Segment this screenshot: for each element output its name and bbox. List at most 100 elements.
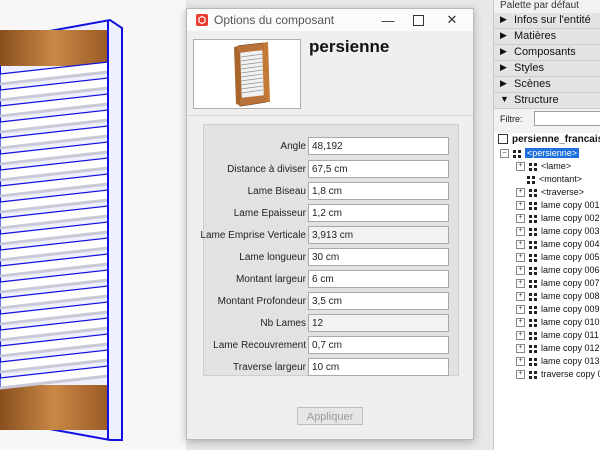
lame-biseau-input[interactable]: 1,8 cm: [308, 182, 449, 200]
persienne-model-icon[interactable]: [0, 0, 186, 450]
lame-longueur-input[interactable]: 30 cm: [308, 248, 449, 266]
option-row: Lame Biseau 1,8 cm: [204, 182, 458, 202]
close-icon: ✕: [446, 12, 458, 27]
apply-button[interactable]: Appliquer: [297, 407, 363, 425]
maximize-button[interactable]: [403, 9, 433, 31]
option-label: Traverse largeur: [233, 362, 306, 373]
traverse-largeur-input[interactable]: 10 cm: [308, 358, 449, 376]
component-icon: [529, 305, 537, 314]
expand-icon: +: [516, 357, 525, 367]
panel-label: Scènes: [514, 78, 551, 90]
component-thumbnail: [193, 39, 301, 109]
component-icon: [529, 227, 537, 236]
option-row: Nb Lames 12: [204, 314, 458, 334]
panel-components[interactable]: ▶ Composants: [494, 45, 600, 61]
tree-node[interactable]: + traverse copy 0: [516, 369, 600, 382]
minimize-button[interactable]: —: [373, 9, 403, 31]
lame-epaisseur-input[interactable]: 1,2 cm: [308, 204, 449, 222]
tree-root-node[interactable]: persienne_francaise: [498, 134, 600, 147]
panel-outliner[interactable]: ▼ Structure: [494, 93, 600, 109]
persienne-thumbnail-icon: [234, 42, 270, 107]
expand-icon: +: [516, 266, 525, 276]
component-icon: [529, 279, 537, 288]
panel-styles[interactable]: ▶ Styles: [494, 61, 600, 77]
close-button[interactable]: ✕: [437, 9, 467, 31]
lame-recouvrement-input[interactable]: 0,7 cm: [308, 336, 449, 354]
expand-arrow-icon: ▶: [500, 46, 507, 56]
tree-node[interactable]: + lame copy 011: [516, 330, 599, 343]
component-icon: [529, 162, 537, 171]
expand-arrow-icon: ▶: [500, 14, 507, 24]
sketchup-logo-icon: [196, 14, 208, 26]
panel-label: Matières: [514, 30, 557, 42]
panel-entity-info[interactable]: ▶ Infos sur l'entité: [494, 13, 600, 29]
expand-arrow-icon: ▶: [500, 62, 507, 72]
tree-node[interactable]: + lame copy 004: [516, 239, 600, 252]
montant-profondeur-input[interactable]: 3,5 cm: [308, 292, 449, 310]
option-label: Lame Epaisseur: [233, 208, 306, 219]
tree-node[interactable]: + lame copy 009: [516, 304, 600, 317]
tray-title: Palette par défaut: [500, 0, 579, 11]
default-tray: Palette par défaut ▶ Infos sur l'entité …: [493, 0, 600, 450]
panel-label: Structure: [514, 94, 559, 106]
tree-node[interactable]: + lame copy 002: [516, 213, 600, 226]
tree-node[interactable]: + lame copy 003: [516, 226, 600, 239]
option-row: Lame Recouvrement 0,7 cm: [204, 336, 458, 356]
tree-node[interactable]: + lame copy 006: [516, 265, 600, 278]
option-row: Lame Emprise Verticale 3,913 cm: [200, 226, 458, 246]
tree-node[interactable]: <montant>: [527, 174, 582, 187]
expand-icon: +: [516, 292, 525, 302]
component-icon: [529, 266, 537, 275]
expand-icon: +: [516, 214, 525, 224]
lame-emprise-value: 3,913 cm: [308, 226, 449, 244]
expand-icon: +: [516, 253, 525, 263]
panel-scenes[interactable]: ▶ Scènes: [494, 77, 600, 93]
option-row: Lame Epaisseur 1,2 cm: [204, 204, 458, 224]
option-label: Lame longueur: [239, 252, 306, 263]
panel-label: Infos sur l'entité: [514, 14, 591, 26]
tree-node[interactable]: + lame copy 008: [516, 291, 600, 304]
tree-node[interactable]: + <traverse>: [516, 187, 584, 200]
option-label: Lame Emprise Verticale: [200, 230, 306, 241]
tree-node-selected[interactable]: – <persienne>: [500, 148, 580, 161]
nb-lames-value: 12: [308, 314, 449, 332]
component-name: persienne: [309, 37, 390, 56]
angle-input[interactable]: 48,192: [308, 137, 449, 155]
component-icon: [529, 253, 537, 262]
filter-input[interactable]: [534, 111, 600, 126]
expand-icon: +: [516, 188, 525, 198]
component-icon: [529, 292, 537, 301]
tree-node[interactable]: + lame copy 007: [516, 278, 600, 291]
option-row: Traverse largeur 10 cm: [204, 358, 458, 378]
component-icon: [529, 370, 537, 379]
component-icon: [529, 357, 537, 366]
tree-node[interactable]: + <lame>: [516, 161, 571, 174]
montant-largeur-input[interactable]: 6 cm: [308, 270, 449, 288]
outliner-tree: persienne_francaise – <persienne> + <lame>…: [494, 133, 600, 450]
component-icon: [527, 175, 535, 184]
option-label: Angle: [280, 141, 306, 152]
component-icon: [529, 201, 537, 210]
panel-label: Composants: [514, 46, 576, 58]
option-label: Nb Lames: [260, 318, 306, 329]
component-options-dialog: Options du composant — ✕ persienne Angle…: [186, 8, 474, 440]
expand-icon: +: [516, 227, 525, 237]
option-label: Montant largeur: [235, 274, 306, 285]
tree-node[interactable]: + lame copy 010: [516, 317, 600, 330]
option-row: Distance à diviser 67,5 cm: [204, 160, 458, 180]
dialog-titlebar[interactable]: Options du composant — ✕: [187, 9, 473, 31]
tree-node[interactable]: + lame copy 001: [516, 200, 600, 213]
component-icon: [529, 344, 537, 353]
tree-node[interactable]: + lame copy 005: [516, 252, 600, 265]
tree-node[interactable]: + lame copy 012: [516, 343, 600, 356]
expand-arrow-icon: ▶: [500, 78, 507, 88]
model-viewport[interactable]: [0, 0, 186, 450]
distance-input[interactable]: 67,5 cm: [308, 160, 449, 178]
component-icon: [529, 188, 537, 197]
panel-materials[interactable]: ▶ Matières: [494, 29, 600, 45]
expand-icon: +: [516, 240, 525, 250]
tree-node[interactable]: + lame copy 013: [516, 356, 600, 369]
expand-icon: +: [516, 344, 525, 354]
option-label: Lame Biseau: [247, 186, 306, 197]
minimize-icon: —: [381, 12, 395, 28]
